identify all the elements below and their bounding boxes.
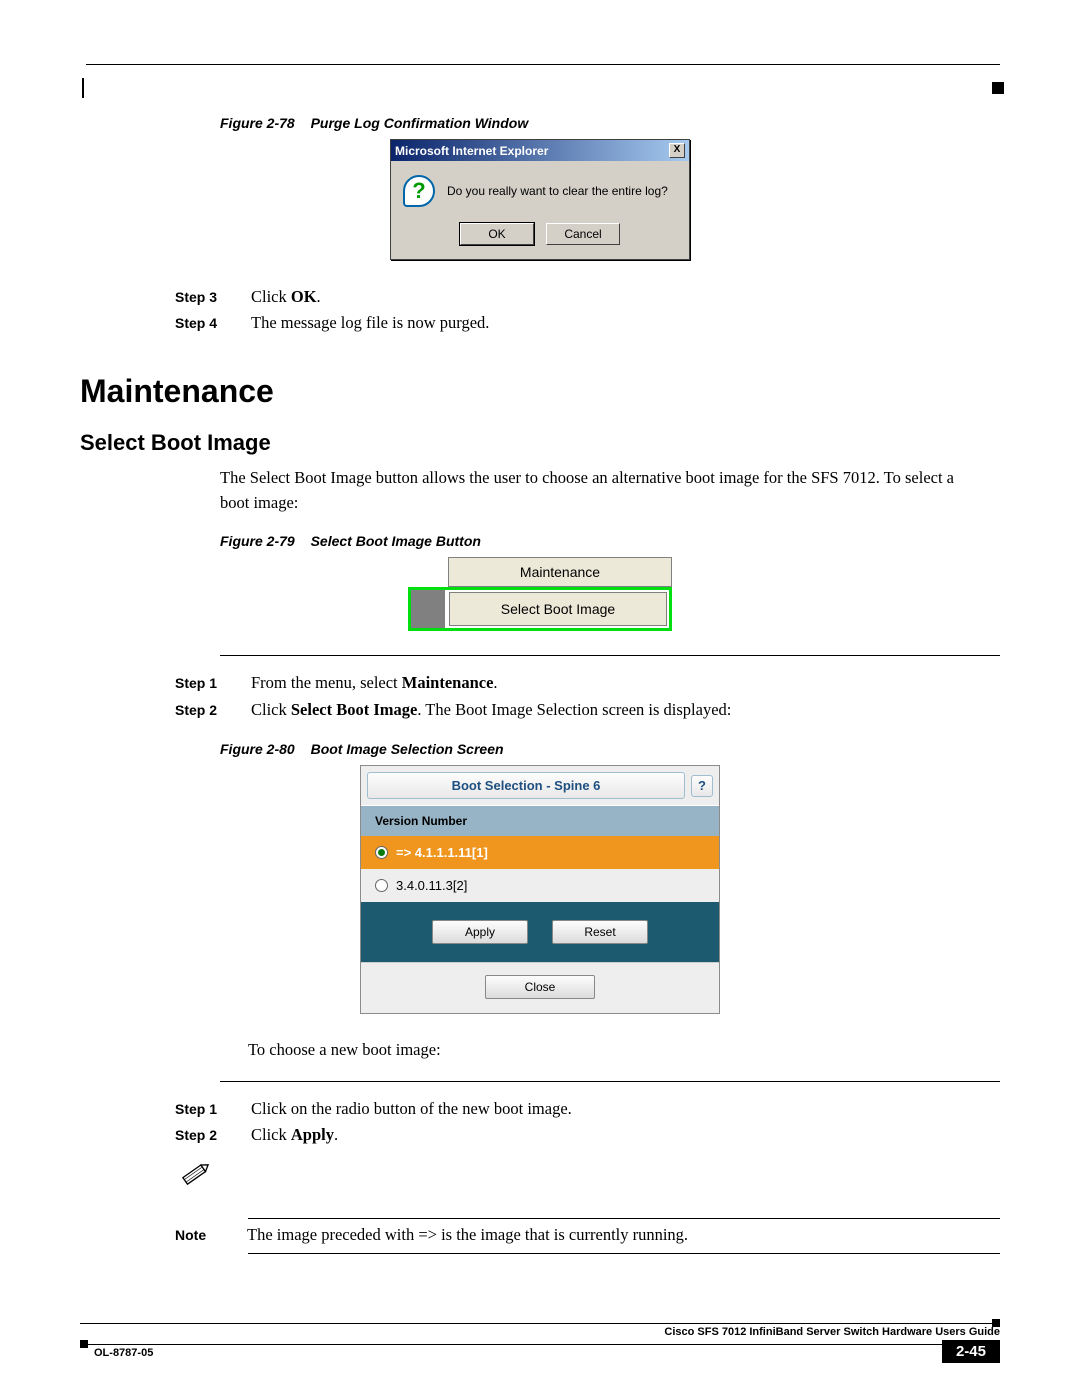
choose-paragraph: To choose a new boot image: — [248, 1038, 960, 1063]
note-top-rule — [248, 1218, 1000, 1219]
dialog-message: Do you really want to clear the entire l… — [447, 184, 668, 198]
step-3: Step 3 Click OK. — [175, 284, 1000, 310]
question-icon: ? — [403, 175, 435, 207]
heading-select-boot-image: Select Boot Image — [80, 430, 1000, 456]
step-c2: Step 2 Click Apply. — [175, 1122, 1000, 1148]
radio-selected-icon[interactable] — [375, 846, 388, 859]
step-text: Click on the radio button of the new boo… — [251, 1096, 572, 1122]
step-label: Step 1 — [175, 670, 227, 696]
heading-maintenance: Maintenance — [80, 373, 1000, 410]
boot-button-row: Apply Reset — [361, 902, 719, 962]
note-row: Note The image preceded with => is the i… — [175, 1225, 1000, 1245]
pencil-icon — [175, 1157, 215, 1191]
boot-selection-screen: Boot Selection - Spine 6 ? Version Numbe… — [360, 765, 720, 1014]
figure-80-caption: Figure 2-80 Boot Image Selection Screen — [220, 741, 1000, 757]
apply-button[interactable]: Apply — [432, 920, 528, 944]
figure-79-title: Select Boot Image Button — [311, 533, 481, 549]
dialog-title: Microsoft Internet Explorer — [395, 144, 548, 158]
menu-figure: Maintenance Select Boot Image — [408, 557, 672, 631]
separator-rule — [220, 1081, 1000, 1082]
note-icon — [175, 1157, 225, 1196]
step-text: Click — [251, 700, 291, 719]
footer-guide-title: Cisco SFS 7012 InfiniBand Server Switch … — [80, 1326, 1000, 1338]
note-label: Note — [175, 1227, 227, 1243]
step-bold: Maintenance — [402, 673, 494, 692]
step-label: Step 3 — [175, 284, 227, 310]
close-icon[interactable]: X — [669, 143, 685, 158]
intro-paragraph: The Select Boot Image button allows the … — [220, 466, 960, 516]
reset-button[interactable]: Reset — [552, 920, 648, 944]
boot-option-1-label: => 4.1.1.1.11[1] — [396, 845, 488, 860]
step-text: The message log file is now purged. — [251, 310, 489, 336]
header-rule — [86, 64, 1000, 65]
ok-button[interactable]: OK — [460, 223, 534, 245]
step-bold: OK — [291, 287, 317, 306]
figure-78-title: Purge Log Confirmation Window — [311, 115, 529, 131]
menu-item-select-boot-image[interactable]: Select Boot Image — [449, 592, 667, 626]
boot-title: Boot Selection - Spine 6 — [367, 772, 685, 799]
note-bottom-rule — [248, 1253, 1000, 1254]
figure-80-label: Figure 2-80 — [220, 741, 295, 757]
separator-rule — [220, 655, 1000, 656]
menu-item-select-boot-image-wrap: Select Boot Image — [408, 587, 672, 631]
figure-78-label: Figure 2-78 — [220, 115, 295, 131]
step-bold: Apply — [291, 1125, 334, 1144]
close-button[interactable]: Close — [485, 975, 595, 999]
boot-option-1[interactable]: => 4.1.1.1.11[1] — [361, 836, 719, 869]
figure-80-title: Boot Image Selection Screen — [311, 741, 504, 757]
boot-option-2[interactable]: 3.4.0.11.3[2] — [361, 869, 719, 902]
menu-item-maintenance[interactable]: Maintenance — [448, 557, 672, 587]
step-label: Step 2 — [175, 1122, 227, 1148]
menu-gutter — [411, 590, 445, 628]
radio-unselected-icon[interactable] — [375, 879, 388, 892]
step-bold: Select Boot Image — [291, 700, 417, 719]
step-c1: Step 1 Click on the radio button of the … — [175, 1096, 1000, 1122]
figure-79-label: Figure 2-79 — [220, 533, 295, 549]
step-label: Step 4 — [175, 310, 227, 336]
step-b1: Step 1 From the menu, select Maintenance… — [175, 670, 1000, 696]
step-4: Step 4 The message log file is now purge… — [175, 310, 1000, 336]
cancel-button[interactable]: Cancel — [546, 223, 620, 245]
purge-log-dialog: Microsoft Internet Explorer X ? Do you r… — [390, 139, 690, 260]
help-icon[interactable]: ? — [691, 775, 713, 797]
version-header: Version Number — [361, 805, 719, 836]
step-text: Click — [251, 1125, 291, 1144]
dialog-titlebar: Microsoft Internet Explorer X — [391, 140, 689, 161]
figure-78-caption: Figure 2-78 Purge Log Confirmation Windo… — [220, 115, 1000, 131]
footer-doc-id: OL-8787-05 — [94, 1347, 942, 1359]
figure-79-caption: Figure 2-79 Select Boot Image Button — [220, 533, 1000, 549]
step-label: Step 2 — [175, 697, 227, 723]
step-label: Step 1 — [175, 1096, 227, 1122]
boot-option-2-label: 3.4.0.11.3[2] — [396, 878, 467, 893]
step-b2: Step 2 Click Select Boot Image. The Boot… — [175, 697, 1000, 723]
page-footer: Cisco SFS 7012 InfiniBand Server Switch … — [80, 1323, 1000, 1363]
note-text: The image preceded with => is the image … — [247, 1225, 688, 1245]
step-text: From the menu, select — [251, 673, 402, 692]
step-text: Click — [251, 287, 291, 306]
page-number: 2-45 — [942, 1340, 1000, 1363]
